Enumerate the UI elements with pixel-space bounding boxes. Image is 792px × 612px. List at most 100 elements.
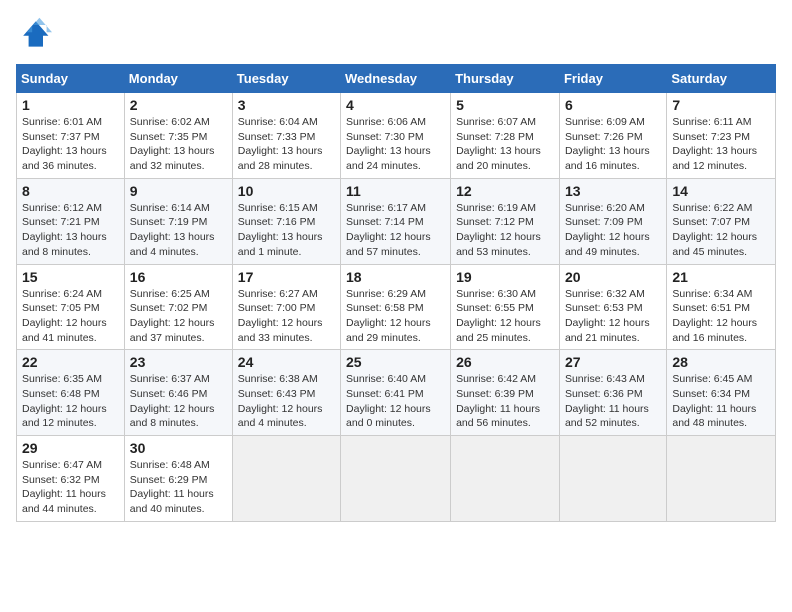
day-number: 13 — [565, 183, 661, 199]
calendar-cell: 11 Sunrise: 6:17 AM Sunset: 7:14 PM Dayl… — [341, 178, 451, 264]
calendar-table: SundayMondayTuesdayWednesdayThursdayFrid… — [16, 64, 776, 522]
calendar-cell: 30 Sunrise: 6:48 AM Sunset: 6:29 PM Dayl… — [124, 436, 232, 522]
day-info: Sunrise: 6:42 AM Sunset: 6:39 PM Dayligh… — [456, 372, 554, 431]
day-info: Sunrise: 6:43 AM Sunset: 6:36 PM Dayligh… — [565, 372, 661, 431]
day-info: Sunrise: 6:48 AM Sunset: 6:29 PM Dayligh… — [130, 458, 227, 517]
day-info: Sunrise: 6:09 AM Sunset: 7:26 PM Dayligh… — [565, 115, 661, 174]
calendar-cell: 29 Sunrise: 6:47 AM Sunset: 6:32 PM Dayl… — [17, 436, 125, 522]
day-number: 21 — [672, 269, 770, 285]
day-info: Sunrise: 6:04 AM Sunset: 7:33 PM Dayligh… — [238, 115, 335, 174]
day-number: 7 — [672, 97, 770, 113]
day-info: Sunrise: 6:07 AM Sunset: 7:28 PM Dayligh… — [456, 115, 554, 174]
calendar-cell — [232, 436, 340, 522]
calendar-cell: 13 Sunrise: 6:20 AM Sunset: 7:09 PM Dayl… — [559, 178, 666, 264]
day-number: 25 — [346, 354, 445, 370]
day-number: 3 — [238, 97, 335, 113]
calendar-cell — [451, 436, 560, 522]
day-number: 16 — [130, 269, 227, 285]
logo-icon — [16, 16, 52, 52]
day-of-week-header: Monday — [124, 65, 232, 93]
calendar-cell: 22 Sunrise: 6:35 AM Sunset: 6:48 PM Dayl… — [17, 350, 125, 436]
day-number: 2 — [130, 97, 227, 113]
day-info: Sunrise: 6:37 AM Sunset: 6:46 PM Dayligh… — [130, 372, 227, 431]
day-info: Sunrise: 6:35 AM Sunset: 6:48 PM Dayligh… — [22, 372, 119, 431]
day-number: 26 — [456, 354, 554, 370]
calendar-cell: 12 Sunrise: 6:19 AM Sunset: 7:12 PM Dayl… — [451, 178, 560, 264]
calendar-cell: 6 Sunrise: 6:09 AM Sunset: 7:26 PM Dayli… — [559, 93, 666, 179]
day-number: 6 — [565, 97, 661, 113]
calendar-cell: 23 Sunrise: 6:37 AM Sunset: 6:46 PM Dayl… — [124, 350, 232, 436]
day-of-week-header: Wednesday — [341, 65, 451, 93]
calendar-cell: 14 Sunrise: 6:22 AM Sunset: 7:07 PM Dayl… — [667, 178, 776, 264]
day-info: Sunrise: 6:32 AM Sunset: 6:53 PM Dayligh… — [565, 287, 661, 346]
day-info: Sunrise: 6:15 AM Sunset: 7:16 PM Dayligh… — [238, 201, 335, 260]
page-header — [16, 16, 776, 52]
day-info: Sunrise: 6:24 AM Sunset: 7:05 PM Dayligh… — [22, 287, 119, 346]
day-number: 11 — [346, 183, 445, 199]
day-info: Sunrise: 6:25 AM Sunset: 7:02 PM Dayligh… — [130, 287, 227, 346]
day-info: Sunrise: 6:38 AM Sunset: 6:43 PM Dayligh… — [238, 372, 335, 431]
day-number: 19 — [456, 269, 554, 285]
calendar-cell: 25 Sunrise: 6:40 AM Sunset: 6:41 PM Dayl… — [341, 350, 451, 436]
day-of-week-header: Sunday — [17, 65, 125, 93]
day-number: 1 — [22, 97, 119, 113]
day-of-week-header: Thursday — [451, 65, 560, 93]
day-info: Sunrise: 6:20 AM Sunset: 7:09 PM Dayligh… — [565, 201, 661, 260]
day-info: Sunrise: 6:40 AM Sunset: 6:41 PM Dayligh… — [346, 372, 445, 431]
day-number: 8 — [22, 183, 119, 199]
day-info: Sunrise: 6:34 AM Sunset: 6:51 PM Dayligh… — [672, 287, 770, 346]
day-info: Sunrise: 6:47 AM Sunset: 6:32 PM Dayligh… — [22, 458, 119, 517]
calendar-cell: 26 Sunrise: 6:42 AM Sunset: 6:39 PM Dayl… — [451, 350, 560, 436]
day-of-week-header: Saturday — [667, 65, 776, 93]
calendar-cell: 16 Sunrise: 6:25 AM Sunset: 7:02 PM Dayl… — [124, 264, 232, 350]
calendar-week-row: 22 Sunrise: 6:35 AM Sunset: 6:48 PM Dayl… — [17, 350, 776, 436]
day-number: 10 — [238, 183, 335, 199]
day-number: 17 — [238, 269, 335, 285]
calendar-cell: 21 Sunrise: 6:34 AM Sunset: 6:51 PM Dayl… — [667, 264, 776, 350]
day-number: 12 — [456, 183, 554, 199]
logo — [16, 16, 56, 52]
calendar-cell: 3 Sunrise: 6:04 AM Sunset: 7:33 PM Dayli… — [232, 93, 340, 179]
day-info: Sunrise: 6:17 AM Sunset: 7:14 PM Dayligh… — [346, 201, 445, 260]
calendar-cell: 27 Sunrise: 6:43 AM Sunset: 6:36 PM Dayl… — [559, 350, 666, 436]
calendar-cell: 20 Sunrise: 6:32 AM Sunset: 6:53 PM Dayl… — [559, 264, 666, 350]
calendar-cell: 18 Sunrise: 6:29 AM Sunset: 6:58 PM Dayl… — [341, 264, 451, 350]
day-number: 5 — [456, 97, 554, 113]
day-info: Sunrise: 6:01 AM Sunset: 7:37 PM Dayligh… — [22, 115, 119, 174]
day-info: Sunrise: 6:06 AM Sunset: 7:30 PM Dayligh… — [346, 115, 445, 174]
calendar-cell: 9 Sunrise: 6:14 AM Sunset: 7:19 PM Dayli… — [124, 178, 232, 264]
calendar-cell: 15 Sunrise: 6:24 AM Sunset: 7:05 PM Dayl… — [17, 264, 125, 350]
calendar-week-row: 8 Sunrise: 6:12 AM Sunset: 7:21 PM Dayli… — [17, 178, 776, 264]
calendar-cell: 8 Sunrise: 6:12 AM Sunset: 7:21 PM Dayli… — [17, 178, 125, 264]
day-number: 22 — [22, 354, 119, 370]
calendar-cell: 10 Sunrise: 6:15 AM Sunset: 7:16 PM Dayl… — [232, 178, 340, 264]
calendar-cell: 4 Sunrise: 6:06 AM Sunset: 7:30 PM Dayli… — [341, 93, 451, 179]
day-of-week-header: Tuesday — [232, 65, 340, 93]
day-of-week-header: Friday — [559, 65, 666, 93]
day-number: 4 — [346, 97, 445, 113]
calendar-header-row: SundayMondayTuesdayWednesdayThursdayFrid… — [17, 65, 776, 93]
calendar-cell: 2 Sunrise: 6:02 AM Sunset: 7:35 PM Dayli… — [124, 93, 232, 179]
calendar-cell — [559, 436, 666, 522]
day-info: Sunrise: 6:14 AM Sunset: 7:19 PM Dayligh… — [130, 201, 227, 260]
day-info: Sunrise: 6:30 AM Sunset: 6:55 PM Dayligh… — [456, 287, 554, 346]
calendar-week-row: 29 Sunrise: 6:47 AM Sunset: 6:32 PM Dayl… — [17, 436, 776, 522]
day-number: 9 — [130, 183, 227, 199]
calendar-cell: 28 Sunrise: 6:45 AM Sunset: 6:34 PM Dayl… — [667, 350, 776, 436]
day-number: 20 — [565, 269, 661, 285]
calendar-cell: 24 Sunrise: 6:38 AM Sunset: 6:43 PM Dayl… — [232, 350, 340, 436]
calendar-week-row: 15 Sunrise: 6:24 AM Sunset: 7:05 PM Dayl… — [17, 264, 776, 350]
calendar-cell: 5 Sunrise: 6:07 AM Sunset: 7:28 PM Dayli… — [451, 93, 560, 179]
day-info: Sunrise: 6:27 AM Sunset: 7:00 PM Dayligh… — [238, 287, 335, 346]
day-number: 29 — [22, 440, 119, 456]
day-info: Sunrise: 6:12 AM Sunset: 7:21 PM Dayligh… — [22, 201, 119, 260]
day-info: Sunrise: 6:11 AM Sunset: 7:23 PM Dayligh… — [672, 115, 770, 174]
calendar-cell: 19 Sunrise: 6:30 AM Sunset: 6:55 PM Dayl… — [451, 264, 560, 350]
day-info: Sunrise: 6:02 AM Sunset: 7:35 PM Dayligh… — [130, 115, 227, 174]
calendar-cell: 1 Sunrise: 6:01 AM Sunset: 7:37 PM Dayli… — [17, 93, 125, 179]
day-number: 30 — [130, 440, 227, 456]
day-info: Sunrise: 6:22 AM Sunset: 7:07 PM Dayligh… — [672, 201, 770, 260]
calendar-cell: 7 Sunrise: 6:11 AM Sunset: 7:23 PM Dayli… — [667, 93, 776, 179]
day-number: 23 — [130, 354, 227, 370]
day-info: Sunrise: 6:29 AM Sunset: 6:58 PM Dayligh… — [346, 287, 445, 346]
